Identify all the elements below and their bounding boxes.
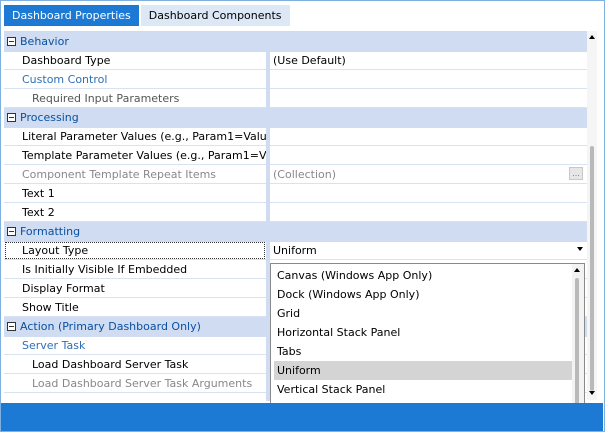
property-name: Show Title <box>4 298 266 317</box>
property-row-custom-control[interactable]: Custom Control <box>4 70 587 89</box>
property-name: Dashboard Type <box>4 51 266 70</box>
collapse-icon[interactable] <box>7 322 16 331</box>
property-row-text-2[interactable]: Text 2 <box>4 203 587 222</box>
scrollbar-thumb[interactable] <box>590 146 594 391</box>
scroll-up-icon[interactable] <box>589 35 595 39</box>
category-behavior[interactable]: Behavior <box>4 32 587 52</box>
dropdown-option[interactable]: Dock (Windows App Only) <box>274 285 572 304</box>
property-name: Display Format <box>4 279 266 298</box>
property-row-layout-type[interactable]: Layout Type Uniform <box>4 241 587 260</box>
property-value[interactable]: (Collection) ... <box>270 165 587 184</box>
category-label: Action (Primary Dashboard Only) <box>20 320 201 333</box>
layout-type-dropdown-list: Canvas (Windows App Only) Dock (Windows … <box>270 263 585 421</box>
dropdown-scrollbar[interactable] <box>572 264 584 420</box>
property-name: Text 1 <box>4 184 266 203</box>
property-row-required-input-parameters[interactable]: Required Input Parameters <box>4 89 587 108</box>
property-row-component-template-repeat-items[interactable]: Component Template Repeat Items (Collect… <box>4 165 587 184</box>
scroll-up-icon[interactable] <box>574 268 580 272</box>
category-processing[interactable]: Processing <box>4 108 587 128</box>
property-value[interactable] <box>270 203 587 222</box>
property-name: Text 2 <box>4 203 266 222</box>
property-name: Is Initially Visible If Embedded <box>4 260 266 279</box>
collapse-icon[interactable] <box>7 227 16 236</box>
property-name: Literal Parameter Values (e.g., Param1=V… <box>4 127 266 146</box>
property-value[interactable] <box>270 184 587 203</box>
property-name: Template Parameter Values (e.g., Param1=… <box>4 146 266 165</box>
vertical-scrollbar[interactable] <box>587 31 597 400</box>
property-value[interactable] <box>270 89 587 108</box>
dropdown-option[interactable]: Vertical Stack Panel <box>274 380 572 399</box>
property-name: Load Dashboard Server Task <box>4 355 266 374</box>
property-row-template-parameter-values[interactable]: Template Parameter Values (e.g., Param1=… <box>4 146 587 165</box>
tab-dashboard-properties[interactable]: Dashboard Properties <box>4 5 139 26</box>
dropdown-option[interactable]: Grid <box>274 304 572 323</box>
property-value[interactable]: (Use Default) <box>270 51 587 70</box>
category-label: Behavior <box>20 35 69 48</box>
selected-value: Uniform <box>273 244 317 257</box>
property-row-dashboard-type[interactable]: Dashboard Type (Use Default) <box>4 51 587 70</box>
property-name: Layout Type <box>4 241 266 260</box>
property-row-literal-parameter-values[interactable]: Literal Parameter Values (e.g., Param1=V… <box>4 127 587 146</box>
category-label: Processing <box>20 111 79 124</box>
category-formatting[interactable]: Formatting <box>4 222 587 242</box>
property-value[interactable] <box>270 70 587 89</box>
property-name: Component Template Repeat Items <box>4 165 266 184</box>
layout-type-select[interactable]: Uniform <box>270 241 587 260</box>
dropdown-option[interactable]: Tabs <box>274 342 572 361</box>
property-name: Required Input Parameters <box>4 89 266 108</box>
property-value[interactable] <box>270 146 587 165</box>
collection-value: (Collection) <box>273 168 336 181</box>
dropdown-option-selected[interactable]: Uniform <box>274 361 572 380</box>
status-bar <box>1 403 603 431</box>
property-value[interactable] <box>270 127 587 146</box>
dropdown-option[interactable]: Horizontal Stack Panel <box>274 323 572 342</box>
dropdown-option[interactable]: Canvas (Windows App Only) <box>274 266 572 285</box>
ellipsis-button[interactable]: ... <box>569 167 583 180</box>
chevron-down-icon[interactable] <box>577 247 583 251</box>
category-label: Formatting <box>20 225 81 238</box>
tab-dashboard-components[interactable]: Dashboard Components <box>140 5 290 26</box>
property-row-text-1[interactable]: Text 1 <box>4 184 587 203</box>
tab-bar: Dashboard Properties Dashboard Component… <box>4 5 290 27</box>
scroll-down-icon[interactable] <box>589 391 595 395</box>
property-subcategory-name: Custom Control <box>4 70 266 89</box>
collapse-icon[interactable] <box>7 113 16 122</box>
collapse-icon[interactable] <box>7 37 16 46</box>
property-subcategory-name: Server Task <box>4 336 266 355</box>
dropdown-scrollbar-thumb[interactable] <box>575 278 579 406</box>
property-name: Load Dashboard Server Task Arguments <box>4 374 266 393</box>
